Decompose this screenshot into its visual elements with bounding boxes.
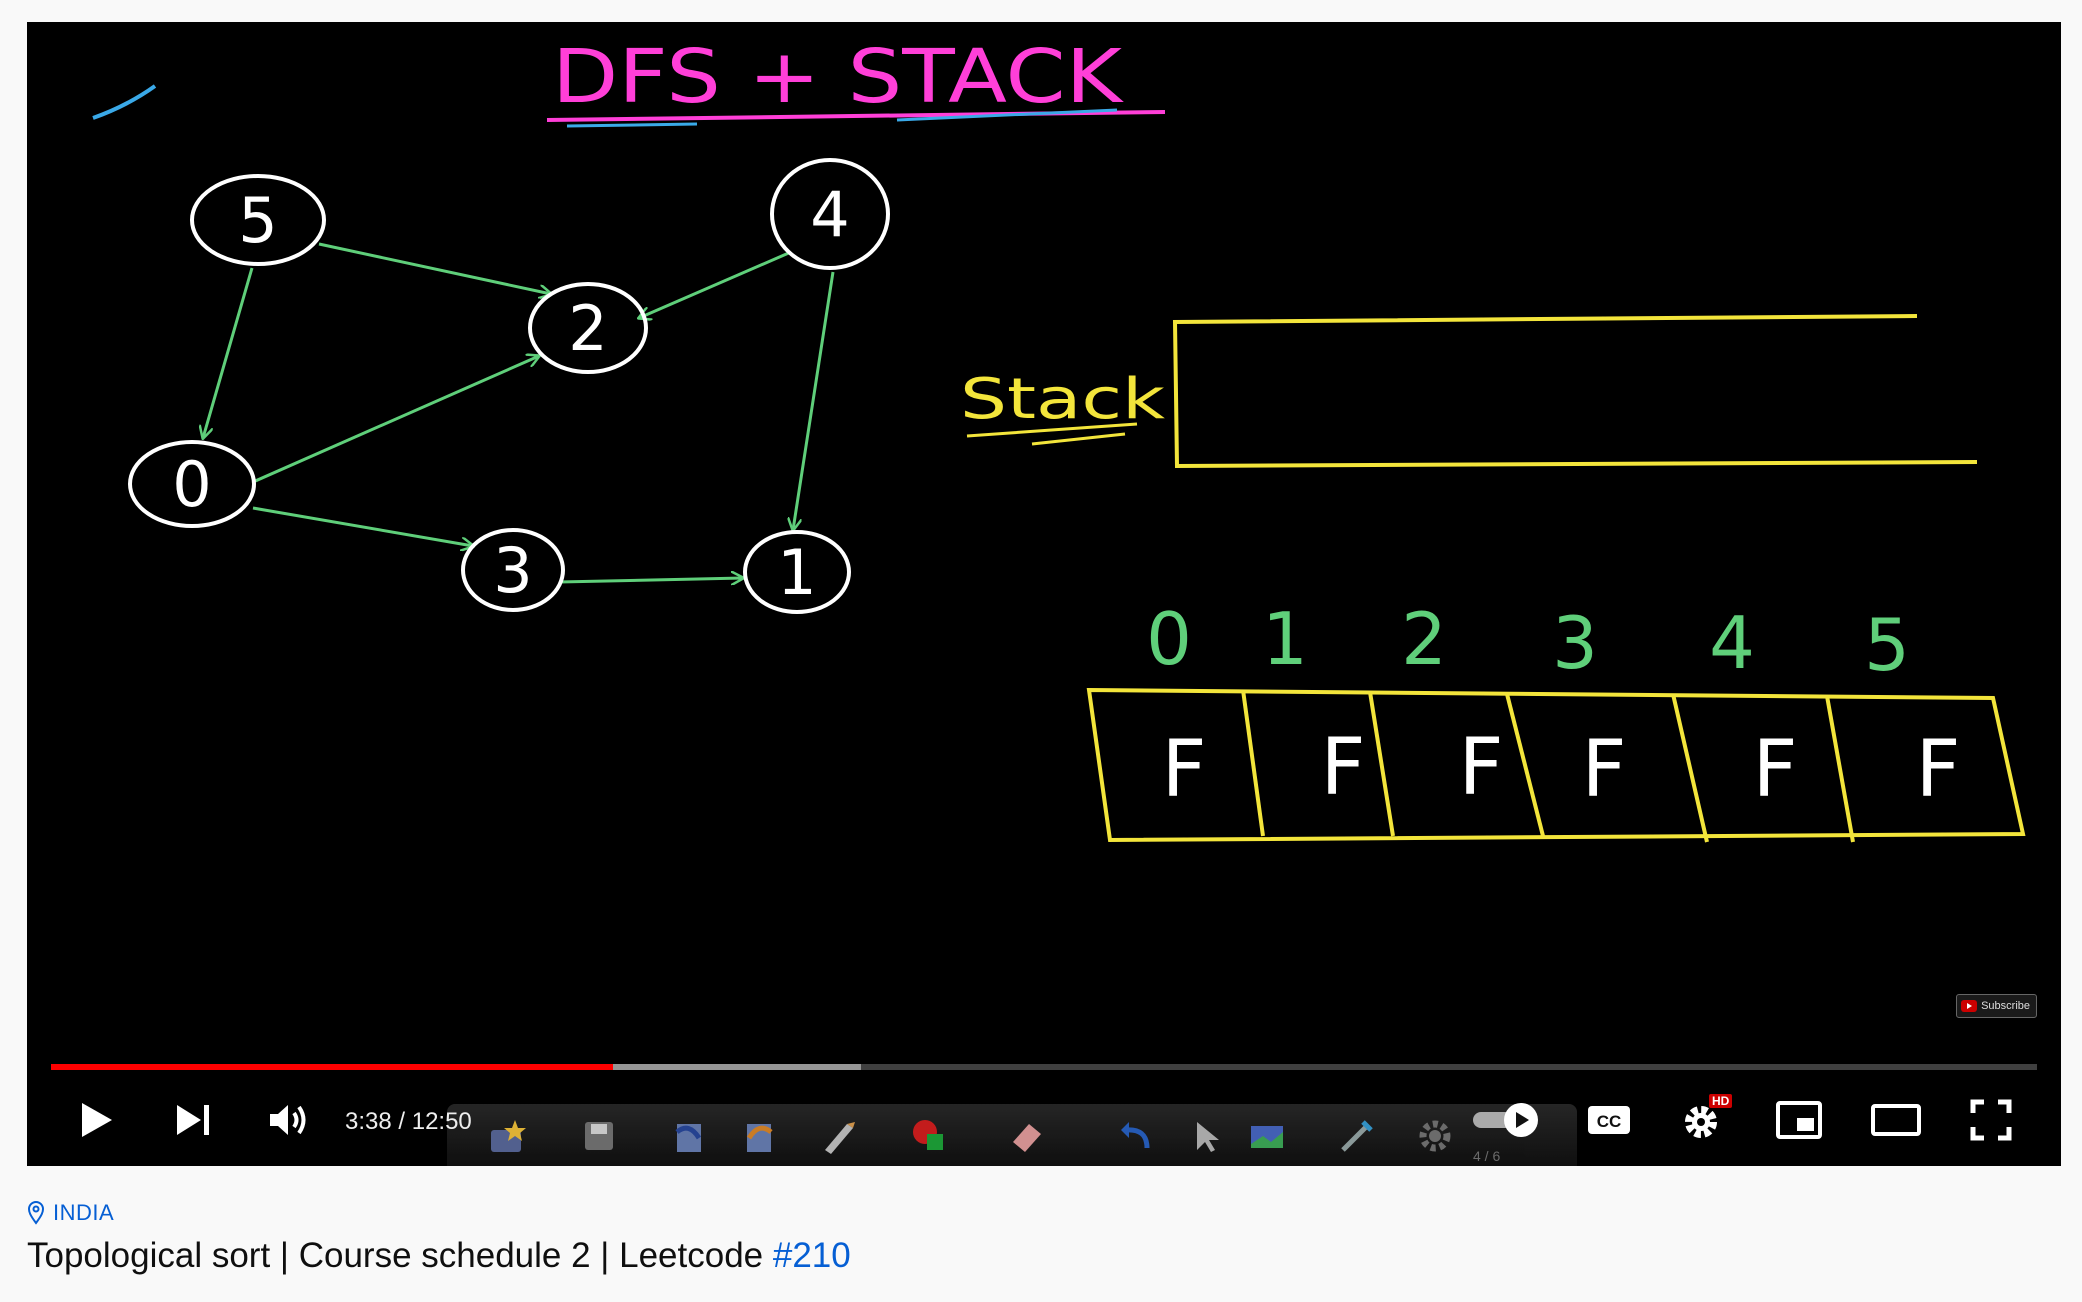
hd-badge: HD <box>1709 1094 1733 1108</box>
node-label: 4 <box>810 178 849 251</box>
video-title-text: Topological sort | Course schedule 2 | L… <box>27 1236 773 1275</box>
skip-next-icon <box>177 1105 209 1135</box>
node-label: 0 <box>172 448 211 521</box>
visited-index: 5 <box>1864 603 1910 687</box>
edge-5-2 <box>318 242 551 294</box>
edge-4-2 <box>639 250 792 318</box>
video-info: INDIA Topological sort | Course schedule… <box>27 1200 851 1276</box>
mute-button[interactable] <box>263 1094 315 1146</box>
play-button[interactable] <box>71 1094 123 1146</box>
next-button[interactable] <box>167 1094 219 1146</box>
board-heading: DFS + STACK <box>552 34 1125 120</box>
subscribe-label: Subscribe <box>1981 1000 2030 1012</box>
whiteboard-frame: DFS + STACK 5 4 2 0 3 1 Stack 0 1 2 3 4 … <box>92 34 2026 843</box>
node-label: 1 <box>777 536 816 609</box>
visited-indices: 0 1 2 3 4 5 <box>1146 597 1910 687</box>
progress-played <box>51 1064 614 1070</box>
miniplayer-icon <box>1776 1101 1822 1139</box>
visited-cell-value: F <box>1162 725 1207 815</box>
edge-4-1 <box>793 271 835 530</box>
svg-text:CC: CC <box>1597 1112 1622 1131</box>
visited-cell-value: F <box>1582 725 1627 815</box>
video-player[interactable]: DFS + STACK 5 4 2 0 3 1 Stack 0 1 2 3 4 … <box>27 22 2061 1166</box>
autoplay-icon <box>1473 1103 1538 1137</box>
visited-index: 2 <box>1401 597 1447 681</box>
visited-cell-value: F <box>1753 725 1798 815</box>
edge-3-1 <box>558 578 743 582</box>
stack-label: Stack <box>960 367 1166 432</box>
visited-cell-value: F <box>1459 723 1504 813</box>
location-link[interactable]: INDIA <box>27 1200 851 1226</box>
visited-index: 4 <box>1709 601 1755 685</box>
visited-index: 1 <box>1262 597 1308 681</box>
cc-icon: CC <box>1588 1106 1630 1134</box>
node-label: 2 <box>568 292 607 365</box>
progress-bar[interactable] <box>51 1064 2037 1070</box>
visited-index: 3 <box>1552 601 1598 685</box>
visited-index: 0 <box>1146 597 1192 681</box>
subscribe-watermark[interactable]: Subscribe <box>1956 994 2037 1018</box>
location-pin-icon <box>27 1201 45 1225</box>
video-title: Topological sort | Course schedule 2 | L… <box>27 1236 851 1276</box>
edge-5-0 <box>203 267 254 438</box>
edge-0-3 <box>252 506 473 546</box>
node-label: 5 <box>238 184 277 257</box>
autoplay-toggle[interactable] <box>1467 1094 1547 1146</box>
location-label: INDIA <box>53 1200 115 1225</box>
youtube-logo-icon <box>1961 1000 1978 1012</box>
volume-icon <box>270 1105 306 1135</box>
player-controls: 3:38 / 12:50 CC HD <box>27 1084 2061 1156</box>
captions-button[interactable]: CC <box>1579 1094 1639 1146</box>
play-icon <box>82 1103 112 1137</box>
fullscreen-icon <box>1970 1099 2012 1141</box>
visited-array-grid <box>1086 687 2026 843</box>
miniplayer-button[interactable] <box>1769 1094 1829 1146</box>
theater-mode-icon <box>1871 1104 1921 1136</box>
fullscreen-button[interactable] <box>1961 1094 2021 1146</box>
edge-0-2 <box>252 356 539 484</box>
visited-cell-value: F <box>1916 725 1961 815</box>
settings-button[interactable]: HD <box>1673 1094 1733 1146</box>
visited-cell-value: F <box>1321 723 1366 813</box>
hashtag-link[interactable]: #210 <box>773 1236 851 1275</box>
time-display: 3:38 / 12:50 <box>345 1108 472 1135</box>
stack-box <box>1172 314 1978 469</box>
node-label: 3 <box>493 534 532 607</box>
check-mark-icon <box>92 84 157 120</box>
theater-mode-button[interactable] <box>1865 1094 1927 1146</box>
